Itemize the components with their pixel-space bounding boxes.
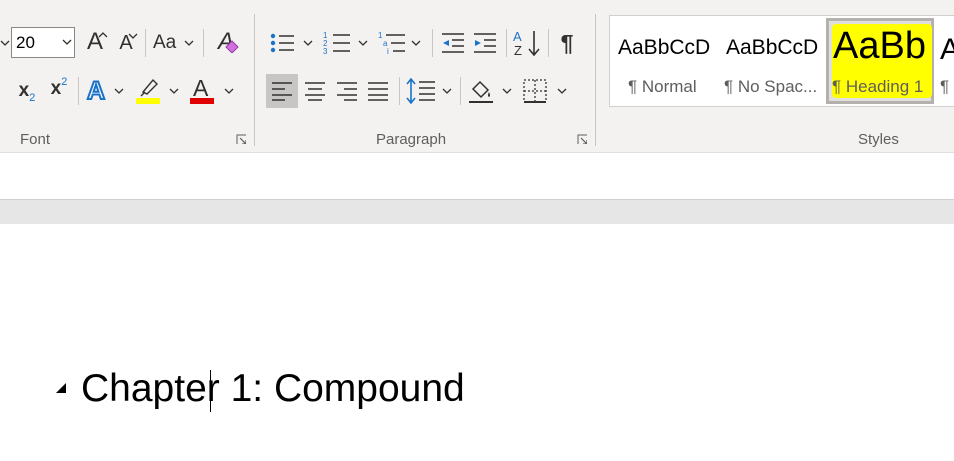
line-spacing-icon bbox=[406, 78, 435, 104]
paragraph-group-label: Paragraph bbox=[376, 131, 447, 148]
ribbon: 20 A A Aa A x 2 x 2 A A Font 1 2 3 1 a i… bbox=[0, 0, 954, 153]
separator bbox=[506, 29, 507, 57]
align-right-icon bbox=[337, 82, 357, 101]
chevron-down-icon bbox=[411, 40, 421, 46]
align-right-button[interactable] bbox=[331, 74, 363, 108]
chevron-down-icon bbox=[303, 40, 313, 46]
svg-text:i: i bbox=[387, 47, 389, 56]
grow-caret-icon bbox=[98, 32, 108, 38]
group-separator bbox=[254, 14, 255, 146]
style-preview: AaBbCcDc bbox=[726, 36, 818, 59]
align-left-icon bbox=[272, 82, 292, 101]
numbering-button[interactable]: 123 bbox=[321, 28, 371, 58]
borders-icon bbox=[523, 79, 547, 103]
collapse-triangle-icon[interactable] bbox=[55, 382, 67, 394]
change-case-button[interactable]: Aa bbox=[151, 30, 195, 56]
grow-font-button[interactable]: A bbox=[80, 28, 110, 56]
eraser-icon bbox=[225, 40, 239, 53]
separator bbox=[432, 29, 433, 57]
styles-group-label: Styles bbox=[858, 131, 899, 148]
shrink-font-button[interactable]: A bbox=[112, 30, 140, 56]
page-gap bbox=[0, 199, 954, 225]
font-color-swatch bbox=[190, 98, 214, 104]
justify-icon bbox=[368, 82, 388, 101]
sort-icon: AZ bbox=[513, 29, 540, 58]
increase-indent-button[interactable] bbox=[470, 28, 500, 58]
style-name: ¶ H bbox=[940, 77, 954, 96]
svg-text:A: A bbox=[513, 29, 522, 44]
style-preview: AaBbCcDc bbox=[618, 36, 710, 59]
separator bbox=[548, 29, 549, 57]
style-heading-1[interactable]: AaBb ¶ Heading 1 bbox=[826, 18, 934, 104]
chevron-down-icon bbox=[358, 40, 368, 46]
multilevel-list-icon: 1ai bbox=[378, 31, 405, 56]
font-size-value[interactable]: 20 bbox=[16, 33, 35, 53]
chevron-down-icon bbox=[502, 88, 512, 94]
group-separator bbox=[595, 14, 596, 146]
chevron-down-icon bbox=[442, 88, 452, 94]
style-no-spacing[interactable]: AaBbCcDc ¶ No Spac... bbox=[718, 16, 826, 106]
font-size-dropdown-icon[interactable] bbox=[62, 39, 72, 46]
multilevel-list-button[interactable]: 1ai bbox=[376, 28, 426, 58]
separator bbox=[145, 29, 146, 57]
separator bbox=[399, 77, 400, 105]
paragraph-dialog-launcher-icon[interactable] bbox=[577, 134, 587, 144]
font-size-combobox[interactable]: 20 bbox=[11, 27, 75, 58]
highlighter-icon bbox=[140, 78, 158, 97]
font-name-chevron[interactable] bbox=[0, 36, 10, 50]
highlight-color-button[interactable] bbox=[134, 76, 182, 106]
increase-indent-icon bbox=[474, 33, 496, 53]
separator bbox=[460, 77, 461, 105]
shrink-caret-icon bbox=[128, 33, 138, 39]
chevron-down-icon bbox=[169, 88, 179, 94]
align-center-icon bbox=[305, 82, 325, 101]
chevron-down-icon bbox=[184, 40, 194, 46]
highlight-color-swatch bbox=[136, 98, 160, 104]
numbering-icon: 123 bbox=[323, 31, 350, 56]
separator bbox=[78, 77, 79, 105]
svg-text:Z: Z bbox=[514, 43, 522, 58]
text-effects-button[interactable]: A bbox=[84, 76, 126, 106]
bullets-icon bbox=[270, 33, 294, 53]
align-left-button[interactable] bbox=[266, 74, 298, 108]
separator bbox=[203, 29, 204, 57]
chevron-down-icon bbox=[224, 88, 234, 94]
clear-formatting-button[interactable]: A bbox=[211, 27, 241, 57]
font-dialog-launcher-icon[interactable] bbox=[236, 134, 246, 144]
svg-text:3: 3 bbox=[323, 47, 328, 56]
heading-1-text[interactable]: Chapter 1: Compound bbox=[81, 367, 465, 411]
superscript-button[interactable]: x 2 bbox=[46, 75, 72, 103]
style-name: ¶ Normal bbox=[628, 77, 697, 96]
style-heading-2[interactable]: A ¶ H bbox=[934, 16, 954, 106]
document-page[interactable]: Chapter 1: Compound bbox=[0, 224, 954, 461]
show-formatting-marks-button[interactable]: ¶ bbox=[553, 28, 581, 58]
decrease-indent-icon bbox=[442, 33, 464, 53]
style-preview: AaBb bbox=[833, 25, 925, 67]
style-normal[interactable]: AaBbCcDc ¶ Normal bbox=[610, 16, 718, 106]
shading-button[interactable] bbox=[465, 75, 515, 107]
text-cursor bbox=[210, 370, 211, 412]
borders-button[interactable] bbox=[520, 75, 570, 107]
chevron-down-icon bbox=[114, 88, 124, 94]
align-center-button[interactable] bbox=[299, 74, 331, 108]
styles-gallery: AaBbCcDc ¶ Normal AaBbCcDc ¶ No Spac... … bbox=[609, 15, 954, 107]
bullets-button[interactable] bbox=[266, 28, 316, 58]
chevron-down-icon bbox=[557, 88, 567, 94]
style-name: ¶ No Spac... bbox=[724, 77, 818, 96]
justify-button[interactable] bbox=[362, 74, 394, 108]
paint-bucket-icon bbox=[469, 80, 493, 103]
font-group-label: Font bbox=[20, 131, 51, 148]
subscript-button[interactable]: x 2 bbox=[14, 77, 40, 105]
style-name: ¶ Heading 1 bbox=[832, 77, 924, 96]
font-color-button[interactable]: A bbox=[188, 75, 236, 106]
decrease-indent-button[interactable] bbox=[438, 28, 468, 58]
style-preview: A bbox=[940, 33, 954, 66]
ruler-area bbox=[0, 153, 954, 199]
line-spacing-button[interactable] bbox=[404, 75, 456, 107]
sort-button[interactable]: AZ bbox=[511, 27, 543, 59]
